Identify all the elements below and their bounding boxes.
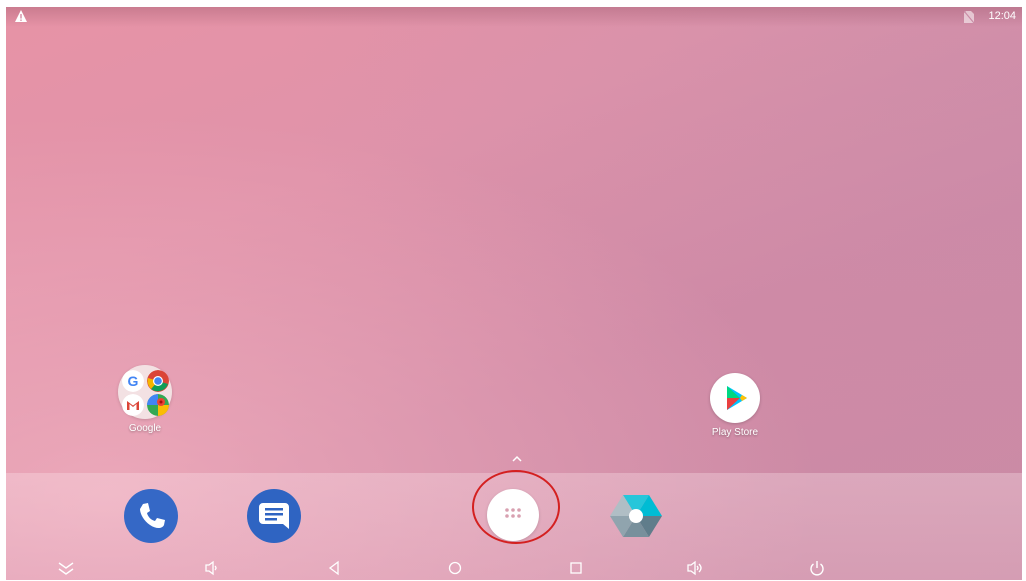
highlight-ring — [472, 470, 560, 544]
power-icon[interactable] — [807, 558, 827, 578]
home-icon[interactable] — [445, 558, 465, 578]
status-clock: 12:04 — [988, 10, 1016, 22]
play-store-label: Play Store — [711, 427, 759, 438]
android-home-screen: 12:04 G Google Play Store — [6, 7, 1022, 580]
phone-icon[interactable] — [124, 489, 178, 543]
no-sim-icon — [964, 11, 974, 23]
collapse-icon[interactable] — [56, 558, 76, 578]
google-icon: G — [122, 370, 144, 392]
camera-icon[interactable] — [608, 488, 662, 542]
chrome-icon — [147, 370, 169, 392]
back-icon[interactable] — [324, 558, 344, 578]
warning-icon — [15, 10, 27, 22]
drawer-up-arrow-icon[interactable] — [510, 454, 524, 464]
maps-icon — [147, 394, 169, 416]
gmail-icon — [122, 394, 144, 416]
play-store-shortcut[interactable]: Play Store — [695, 373, 775, 438]
google-folder-label: Google — [128, 423, 162, 434]
folder-icon: G — [118, 365, 172, 419]
svg-text:G: G — [128, 373, 139, 389]
messages-icon[interactable] — [247, 489, 301, 543]
google-folder[interactable]: G Google — [105, 365, 185, 434]
status-bar: 12:04 — [6, 7, 1022, 27]
volume-up-icon[interactable] — [685, 558, 705, 578]
volume-down-icon[interactable] — [202, 558, 222, 578]
navigation-bar — [6, 550, 1022, 580]
play-store-icon — [710, 373, 760, 423]
recents-icon[interactable] — [566, 558, 586, 578]
